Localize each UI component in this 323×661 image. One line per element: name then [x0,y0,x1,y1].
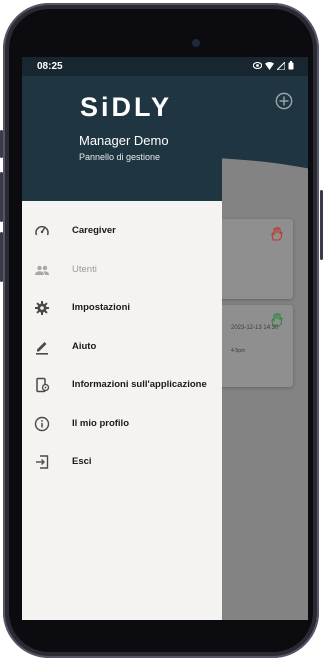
front-camera [193,40,199,46]
drawer-subtitle: Pannello di gestione [79,152,161,162]
menu-item-label: Aiuto [72,340,97,352]
info-circle-icon [34,416,50,431]
status-bar: 08:25 [22,57,308,76]
phone-side-button [0,130,3,158]
phone-side-button [0,232,3,282]
logout-icon [36,455,49,469]
status-time: 08:25 [37,61,63,72]
menu-item-utenti[interactable]: Utenti [22,251,222,290]
users-icon [35,265,49,275]
eye-icon [253,62,262,69]
menu-item-aiuto[interactable]: Aiuto [22,328,222,367]
hand-alert-icon [270,226,283,244]
menu-item-impostazioni[interactable]: Impostazioni [22,289,222,328]
gauge-icon [35,225,49,236]
add-circle-icon[interactable] [275,92,293,110]
drawer-menu: Caregiver Utenti Impostazioni Aiuto Info… [22,212,222,482]
card-timestamp: 2023-12-13 14:30 [231,325,279,331]
menu-item-il-mio-profilo[interactable]: Il mio profilo [22,405,222,444]
menu-item-label: Informazioni sull'applicazione [72,379,207,390]
card-detail: 4-5pm [231,348,246,354]
sidly-logo: SiDLY [80,92,173,122]
menu-item-label: Il mio profilo [72,417,129,429]
menu-item-label: Impostazioni [72,302,131,313]
wifi-icon [265,61,274,70]
signal-icon [277,61,285,70]
menu-item-caregiver[interactable]: Caregiver [22,212,222,251]
menu-item-label: Esci [72,456,92,467]
navigation-drawer: SiDLY Manager Demo Pannello di gestione … [22,76,222,620]
menu-item-esci[interactable]: Esci [22,443,222,482]
pencil-icon [36,341,48,355]
status-icons [253,61,294,70]
battery-icon [288,61,294,70]
drawer-header: SiDLY Manager Demo Pannello di gestione [22,76,222,201]
menu-item-informazioni-app[interactable]: Informazioni sull'applicazione [22,366,222,405]
phone-side-button [0,172,3,222]
app-info-icon [36,377,50,393]
app-screen: 2023-12-13 14:30 4-5pm 08:25 SiDLY Manag… [22,57,308,620]
menu-item-label: Utenti [72,263,97,275]
user-name: Manager Demo [79,133,169,148]
gear-icon [35,301,49,315]
menu-item-label: Caregiver [72,225,116,236]
